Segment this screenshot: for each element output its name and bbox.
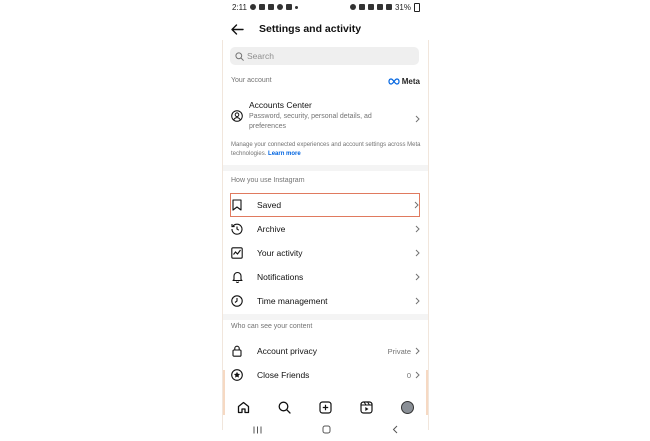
- nav-home[interactable]: [234, 397, 254, 417]
- star-icon: [231, 369, 243, 381]
- menu-item-label: Time management: [257, 296, 328, 306]
- status-time: 2:11: [232, 2, 247, 12]
- menu-item-label: Saved: [257, 200, 282, 210]
- battery-icon: [414, 2, 420, 12]
- top-bar: Settings and activity: [223, 16, 428, 42]
- mute-icon: [367, 4, 374, 10]
- search-input[interactable]: [247, 51, 407, 61]
- home-icon: [237, 401, 250, 413]
- menu-item-account-privacy[interactable]: Account privacy Private: [223, 339, 428, 363]
- accounts-center-title: Accounts Center: [249, 100, 312, 110]
- section-divider: [223, 165, 428, 171]
- menu-item-label: Account privacy: [257, 346, 317, 356]
- description-text: Manage your connected experiences and ac…: [231, 142, 421, 157]
- signal-icon: [385, 4, 392, 10]
- menu-item-label: Archive: [257, 224, 286, 234]
- chevron-left-icon: [392, 425, 398, 434]
- bookmark-icon: [231, 199, 243, 211]
- accounts-center-item[interactable]: Accounts Center Password, security, pers…: [223, 97, 428, 135]
- meta-infinity-icon: [388, 78, 400, 85]
- chevron-right-icon: [415, 371, 420, 379]
- nav-profile[interactable]: [398, 397, 418, 417]
- menu-item-your-activity[interactable]: Your activity: [223, 241, 428, 265]
- arrow-left-icon: [230, 23, 244, 35]
- nav-reels[interactable]: [357, 397, 377, 417]
- search-icon: [278, 401, 291, 414]
- clock-icon: [231, 295, 243, 307]
- menu-item-close-friends[interactable]: Close Friends 0: [223, 363, 428, 387]
- accounts-center-subtitle: Password, security, personal details, ad…: [249, 113, 372, 130]
- message-icon: [258, 4, 265, 10]
- lock-icon: [231, 345, 243, 357]
- menu-item-label: Your activity: [257, 248, 303, 258]
- instagram-status-icon: [285, 4, 292, 10]
- create-icon: [319, 400, 332, 414]
- page-title: Settings and activity: [259, 23, 362, 35]
- menu-item-notifications[interactable]: Notifications: [223, 265, 428, 289]
- video-icon: [267, 4, 274, 10]
- bluetooth-icon: [358, 4, 365, 10]
- phone-edge-accent: [426, 370, 428, 415]
- bottom-nav: [223, 395, 428, 419]
- archive-icon: [231, 223, 243, 235]
- home-square-icon: [322, 425, 331, 434]
- menu-item-archive[interactable]: Archive: [223, 217, 428, 241]
- bell-icon: [231, 271, 243, 283]
- chevron-right-icon: [415, 249, 420, 257]
- meta-label: Meta: [401, 77, 420, 86]
- nav-create[interactable]: [316, 397, 336, 417]
- privacy-value: Private: [387, 346, 411, 356]
- more-notifications-icon: [294, 5, 298, 9]
- phone-screen: 2:11 31% Settings and activity Search Yo…: [223, 0, 428, 441]
- meta-logo: Meta: [388, 77, 420, 86]
- section-header-your-account: Your account: [231, 77, 272, 84]
- nav-search[interactable]: [275, 397, 295, 417]
- recent-apps-button[interactable]: [253, 421, 262, 439]
- activity-icon: [231, 247, 243, 259]
- alarm-icon: [349, 4, 356, 10]
- notification-icon: [249, 4, 256, 10]
- menu-item-label: Notifications: [257, 272, 304, 282]
- learn-more-link[interactable]: Learn more: [268, 151, 301, 157]
- profile-circle-icon: [231, 109, 243, 122]
- recent-apps-icon: [253, 426, 262, 434]
- section-header-who-can-see: Who can see your content: [231, 323, 313, 330]
- profile-avatar: [401, 400, 414, 414]
- app-icon: [276, 4, 283, 10]
- menu-item-time-management[interactable]: Time management: [223, 289, 428, 313]
- chevron-right-icon: [415, 273, 420, 281]
- phone-edge: [428, 40, 429, 430]
- search-icon: [235, 51, 244, 61]
- status-bar: 2:11 31%: [232, 0, 420, 14]
- accounts-center-description: Manage your connected experiences and ac…: [231, 141, 423, 159]
- search-bar[interactable]: [230, 47, 419, 65]
- reels-icon: [360, 400, 373, 414]
- wifi-icon: [376, 4, 383, 10]
- back-button[interactable]: [223, 16, 251, 42]
- system-navigation: [223, 421, 428, 439]
- chevron-right-icon: [415, 225, 420, 233]
- menu-item-label: Close Friends: [257, 370, 310, 380]
- close-friends-count: 0: [406, 370, 411, 380]
- phone-edge-accent: [223, 370, 225, 415]
- chevron-right-icon: [414, 201, 419, 209]
- section-header-how-you-use: How you use Instagram: [231, 177, 305, 184]
- chevron-right-icon: [415, 297, 420, 305]
- back-system-button[interactable]: [392, 421, 398, 439]
- battery-level: 31%: [394, 2, 411, 12]
- chevron-right-icon: [415, 110, 420, 128]
- home-system-button[interactable]: [322, 421, 331, 439]
- menu-item-saved[interactable]: Saved: [230, 193, 420, 217]
- chevron-right-icon: [415, 347, 420, 355]
- section-divider: [223, 314, 428, 320]
